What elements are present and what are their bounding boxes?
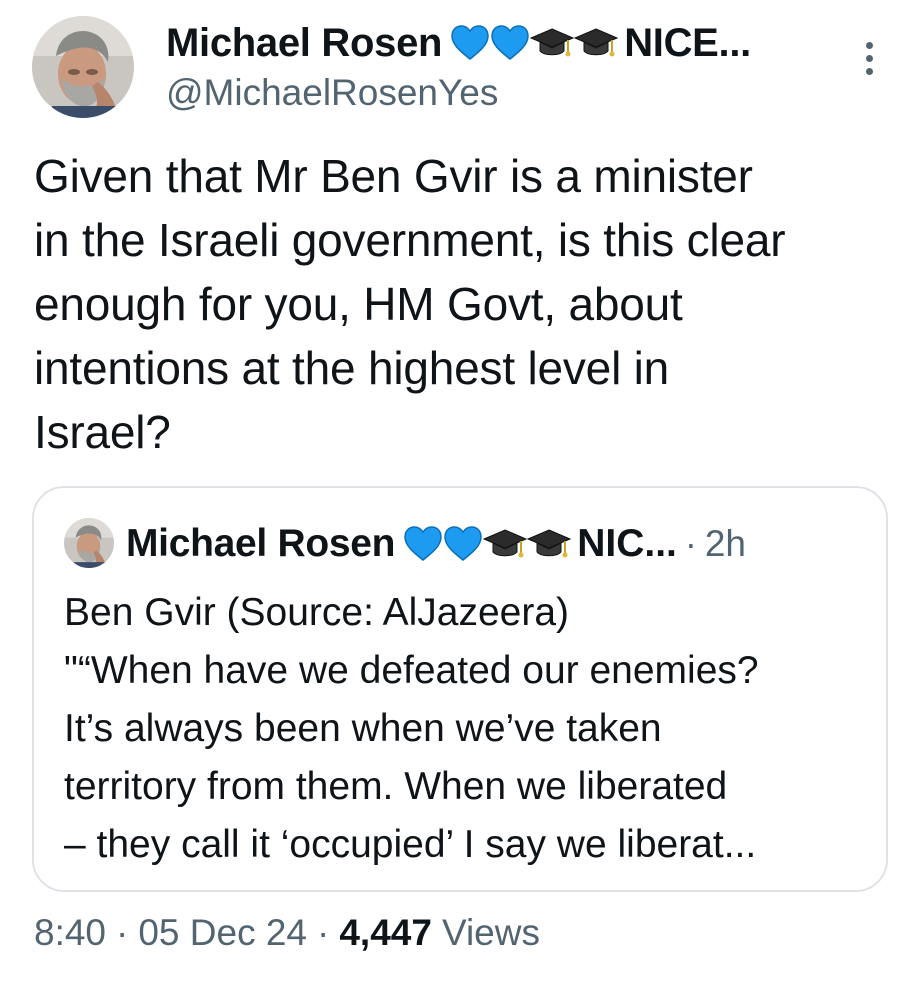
author-handle[interactable]: @MichaelRosenYes (166, 72, 498, 114)
author-name-suffix: NICE... (624, 20, 751, 65)
blue-heart-icon (443, 526, 483, 562)
views-label[interactable]: Views (442, 912, 540, 954)
quoted-name-emojis (403, 526, 571, 562)
quoted-text-line: Ben Gvir (Source: AlJazeera) (64, 591, 570, 634)
tweet-meta: 8:40 · 05 Dec 24 · 4,447 Views (34, 912, 540, 954)
views-count[interactable]: 4,447 (339, 912, 432, 954)
quoted-text-line: "“When have we defeated our enemies? (64, 649, 759, 692)
author-name-row[interactable]: Michael Rosen NICE... (166, 18, 751, 68)
quoted-timestamp[interactable]: 2h (705, 523, 746, 565)
tweet-text-line: Israel? (34, 406, 171, 458)
quoted-avatar[interactable] (64, 518, 114, 568)
more-dot (865, 54, 873, 62)
tweet-text: Given that Mr Ben Gvir is a minister in … (34, 144, 904, 464)
more-dot (865, 67, 873, 75)
quoted-text-line: – they call it ‘occupied’ I say we liber… (64, 823, 757, 866)
quoted-author-row: Michael Rosen NIC... · 2h (126, 518, 746, 570)
quoted-separator: · (684, 523, 697, 564)
quoted-tweet-text: Ben Gvir (Source: AlJazeera) "“When have… (64, 584, 874, 874)
tweet-date[interactable]: 05 Dec 24 (138, 912, 307, 954)
tweet-text-line: Given that Mr Ben Gvir is a minister (34, 150, 753, 202)
author-display-name[interactable]: Michael Rosen (166, 21, 442, 66)
tweet-text-line: in the Israeli government, is this clear (34, 214, 786, 266)
graduation-cap-icon (483, 526, 527, 562)
avatar[interactable] (32, 16, 134, 118)
quoted-display-name: Michael Rosen (126, 522, 396, 565)
meta-separator: · (116, 912, 129, 953)
quoted-name-suffix: NIC... (577, 522, 677, 565)
blue-heart-icon (450, 25, 490, 61)
avatar-photo (32, 16, 134, 118)
quoted-avatar-photo (64, 518, 114, 568)
tweet: Michael Rosen NICE... @MichaelRosenYes G… (0, 0, 921, 1000)
quoted-text-line: territory from them. When we liberated (64, 765, 728, 808)
graduation-cap-icon (527, 526, 571, 562)
tweet-text-line: enough for you, HM Govt, about (34, 278, 683, 330)
tweet-text-line: intentions at the highest level in (34, 342, 670, 394)
author-name-emojis (450, 25, 618, 61)
more-vertical-icon[interactable] (854, 36, 884, 80)
quoted-text-line: It’s always been when we’ve taken (64, 707, 662, 750)
blue-heart-icon (490, 25, 530, 61)
quoted-tweet-card[interactable]: Michael Rosen NIC... · 2h Ben Gvir (Sour… (32, 486, 888, 892)
graduation-cap-icon (530, 25, 574, 61)
tweet-time[interactable]: 8:40 (34, 912, 106, 954)
more-dot (865, 41, 873, 49)
blue-heart-icon (403, 526, 443, 562)
meta-separator: · (317, 912, 330, 953)
graduation-cap-icon (574, 25, 618, 61)
